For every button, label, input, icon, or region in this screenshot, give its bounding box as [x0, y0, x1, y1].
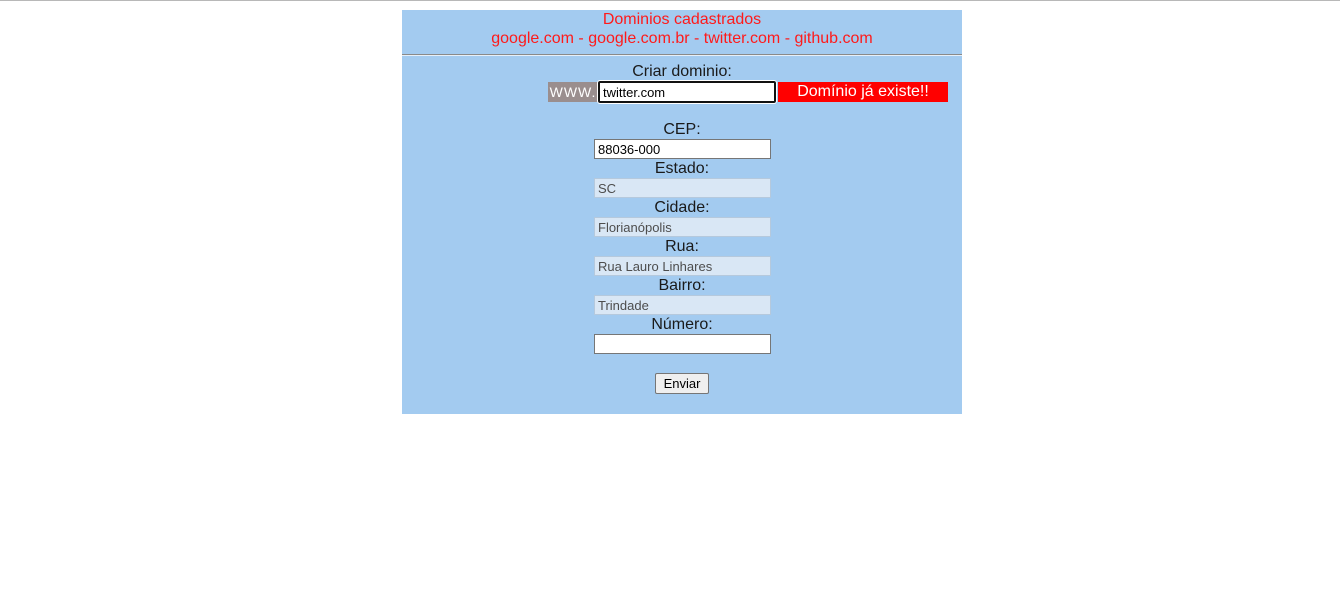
rua-input: [594, 256, 771, 276]
registered-domains-list: google.com - google.com.br - twitter.com…: [491, 30, 873, 47]
estado-label: Estado:: [654, 160, 710, 177]
header-divider: [402, 54, 962, 56]
numero-input[interactable]: [594, 334, 771, 354]
cep-input[interactable]: [594, 139, 771, 159]
rua-label: Rua:: [665, 238, 699, 255]
cidade-input: [594, 217, 771, 237]
numero-label: Número:: [651, 316, 713, 333]
domain-form-panel: Dominios cadastrados google.com - google…: [402, 10, 962, 414]
estado-input: [594, 178, 771, 198]
domain-exists-error: Domínio já existe!!: [778, 82, 948, 102]
registered-domains-header: Dominios cadastrados google.com - google…: [402, 10, 962, 54]
submit-button[interactable]: Enviar: [655, 373, 709, 394]
domain-input[interactable]: [597, 80, 777, 104]
cidade-label: Cidade:: [654, 199, 710, 216]
create-domain-label: Criar dominio:: [632, 63, 732, 80]
bairro-label: Bairro:: [658, 277, 706, 294]
registered-domains-title: Dominios cadastrados: [602, 11, 762, 28]
www-prefix: WWW.: [548, 82, 598, 102]
top-rule: [0, 0, 1340, 1]
cep-label: CEP:: [663, 121, 701, 138]
bairro-input: [594, 295, 771, 315]
